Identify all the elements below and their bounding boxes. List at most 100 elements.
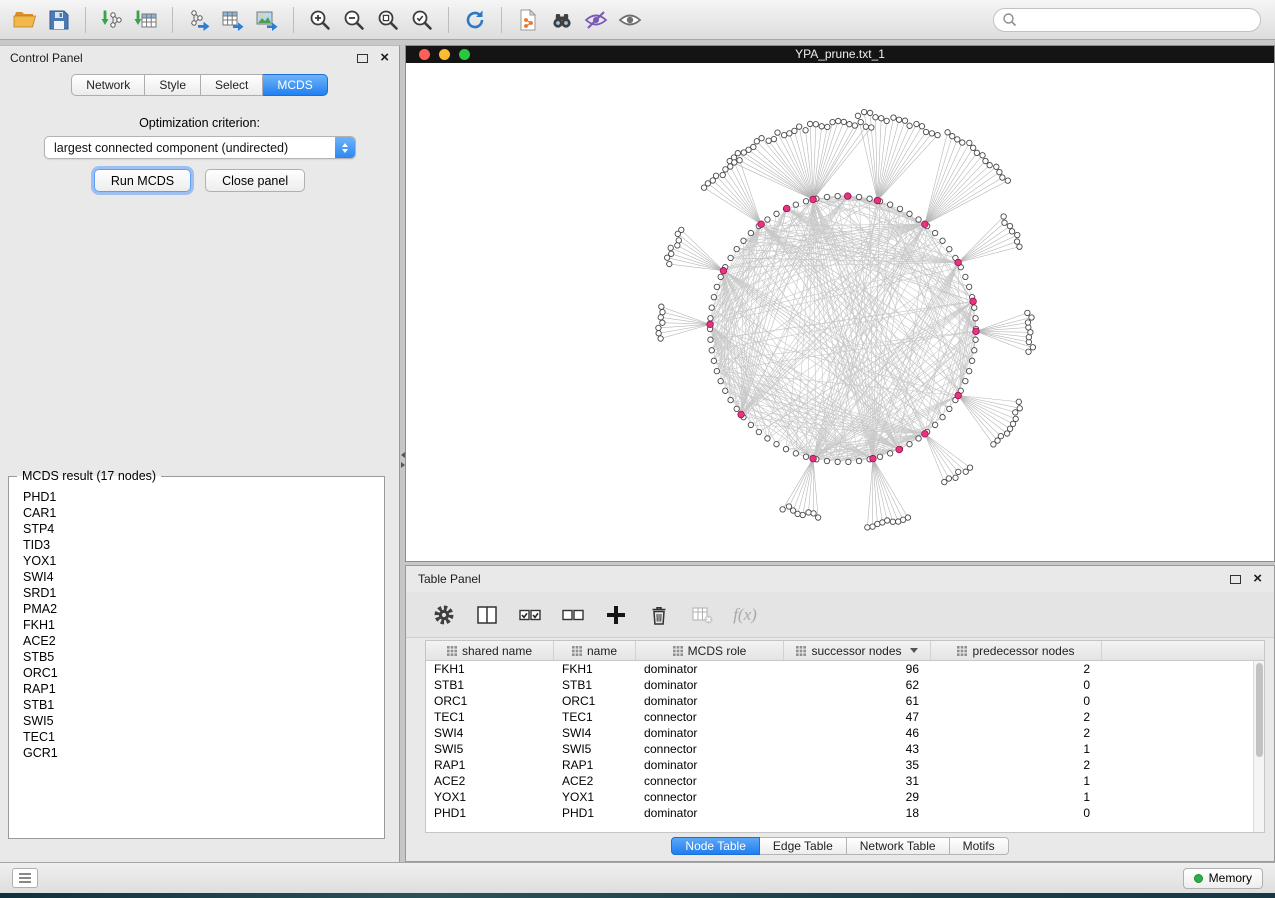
window-minimize-button[interactable]	[439, 49, 450, 60]
create-column-button[interactable]	[602, 601, 630, 629]
cell-mcds_role: connector	[636, 774, 784, 788]
mcds-result-list[interactable]: PHD1CAR1STP4TID3YOX1SWI4SRD1PMA2FKH1ACE2…	[9, 483, 384, 831]
mcds-result-item[interactable]: STP4	[23, 521, 370, 537]
zoom-in-button[interactable]	[303, 4, 337, 36]
toolbar-separator	[293, 7, 294, 33]
search-neighbors-button[interactable]	[545, 4, 579, 36]
mcds-result-item[interactable]: GCR1	[23, 745, 370, 761]
mcds-result-item[interactable]: STB5	[23, 649, 370, 665]
network-title: YPA_prune.txt_1	[406, 46, 1274, 63]
control-panel-title: Control Panel	[10, 51, 83, 65]
float-panel-icon[interactable]	[357, 54, 368, 63]
column-header-shared-name[interactable]: shared name	[426, 641, 554, 660]
table-row[interactable]: SWI5SWI5connector431	[426, 741, 1253, 757]
toolbar-separator	[172, 7, 173, 33]
tab-select[interactable]: Select	[201, 74, 263, 96]
column-label: successor nodes	[811, 644, 901, 658]
deselect-all-button[interactable]	[559, 601, 587, 629]
optimization-dropdown[interactable]: largest connected component (undirected)	[44, 136, 356, 159]
folder-open-icon	[12, 7, 38, 33]
column-label: predecessor nodes	[972, 644, 1074, 658]
table-row[interactable]: ORC1ORC1dominator610	[426, 693, 1253, 709]
mcds-result-item[interactable]: SRD1	[23, 585, 370, 601]
import-table-icon	[133, 7, 159, 33]
table-tabs: Node TableEdge TableNetwork TableMotifs	[406, 837, 1274, 855]
select-all-button[interactable]	[516, 601, 544, 629]
tab-network[interactable]: Network	[71, 74, 145, 96]
mcds-result-item[interactable]: SWI5	[23, 713, 370, 729]
close-panel-button[interactable]: Close panel	[205, 169, 305, 192]
cell-successor_nodes: 29	[784, 790, 931, 804]
mcds-result-item[interactable]: CAR1	[23, 505, 370, 521]
column-header-MCDS-role[interactable]: MCDS role	[636, 641, 784, 660]
mcds-result-item[interactable]: RAP1	[23, 681, 370, 697]
table-row[interactable]: YOX1YOX1connector291	[426, 789, 1253, 805]
toolbar-separator	[448, 7, 449, 33]
table-row[interactable]: ACE2ACE2connector311	[426, 773, 1253, 789]
delete-column-button[interactable]	[645, 601, 673, 629]
import-table-button[interactable]	[129, 4, 163, 36]
table-row[interactable]: RAP1RAP1dominator352	[426, 757, 1253, 773]
tab-mcds[interactable]: MCDS	[263, 74, 327, 96]
floppy-icon	[46, 7, 72, 33]
table-row[interactable]: FKH1FKH1dominator962	[426, 661, 1253, 677]
close-panel-icon[interactable]: ×	[380, 52, 389, 64]
window-close-button[interactable]	[419, 49, 430, 60]
export-network-button[interactable]	[182, 4, 216, 36]
export-image-button[interactable]	[250, 4, 284, 36]
hide-details-button[interactable]	[579, 4, 613, 36]
network-search-box[interactable]	[993, 8, 1261, 32]
memory-label: Memory	[1209, 871, 1252, 885]
memory-button[interactable]: Memory	[1183, 868, 1263, 889]
mcds-result-item[interactable]: SWI4	[23, 569, 370, 585]
table-row[interactable]: TEC1TEC1connector472	[426, 709, 1253, 725]
mcds-result-item[interactable]: YOX1	[23, 553, 370, 569]
network-canvas[interactable]	[406, 63, 1274, 561]
mcds-result-item[interactable]: PMA2	[23, 601, 370, 617]
tab-style[interactable]: Style	[145, 74, 201, 96]
list-icon	[16, 870, 34, 886]
mcds-result-item[interactable]: PHD1	[23, 489, 370, 505]
desktop-background	[0, 893, 1275, 898]
run-mcds-button[interactable]: Run MCDS	[94, 169, 191, 192]
show-columns-button[interactable]	[473, 601, 501, 629]
mcds-result-item[interactable]: STB1	[23, 697, 370, 713]
open-session-button[interactable]	[8, 4, 42, 36]
table-row[interactable]: PHD1PHD1dominator180	[426, 805, 1253, 821]
mcds-result-item[interactable]: TID3	[23, 537, 370, 553]
show-details-button[interactable]	[613, 4, 647, 36]
cell-name: TEC1	[554, 710, 636, 724]
tab-motifs[interactable]: Motifs	[950, 837, 1009, 855]
table-mode-button[interactable]	[430, 601, 458, 629]
mcds-result-item[interactable]: TEC1	[23, 729, 370, 745]
column-header-predecessor-nodes[interactable]: predecessor nodes	[931, 641, 1102, 660]
import-network-button[interactable]	[95, 4, 129, 36]
column-header-successor-nodes[interactable]: successor nodes	[784, 641, 931, 660]
tab-node-table[interactable]: Node Table	[671, 837, 760, 855]
search-input[interactable]	[1021, 13, 1252, 27]
export-document-button[interactable]	[511, 4, 545, 36]
mcds-result-item[interactable]: FKH1	[23, 617, 370, 633]
column-header-name[interactable]: name	[554, 641, 636, 660]
mcds-result-item[interactable]: ORC1	[23, 665, 370, 681]
table-row[interactable]: STB1STB1dominator620	[426, 677, 1253, 693]
window-maximize-button[interactable]	[459, 49, 470, 60]
show-panels-button[interactable]	[12, 868, 38, 888]
table-row[interactable]: SWI4SWI4dominator462	[426, 725, 1253, 741]
mcds-result-item[interactable]: ACE2	[23, 633, 370, 649]
cell-shared_name: SWI4	[426, 726, 554, 740]
zoom-fit-button[interactable]	[371, 4, 405, 36]
tab-edge-table[interactable]: Edge Table	[760, 837, 847, 855]
float-panel-icon[interactable]	[1230, 575, 1241, 584]
close-panel-icon[interactable]: ×	[1253, 573, 1262, 585]
delete-table-button-disabled	[688, 601, 716, 629]
export-table-button[interactable]	[216, 4, 250, 36]
zoom-selected-button[interactable]	[405, 4, 439, 36]
zoom-fit-icon	[375, 7, 401, 33]
tab-network-table[interactable]: Network Table	[847, 837, 950, 855]
scrollbar-thumb[interactable]	[1256, 663, 1263, 757]
zoom-out-button[interactable]	[337, 4, 371, 36]
table-scrollbar[interactable]	[1253, 661, 1264, 832]
apply-layout-button[interactable]	[458, 4, 492, 36]
save-session-button[interactable]	[42, 4, 76, 36]
